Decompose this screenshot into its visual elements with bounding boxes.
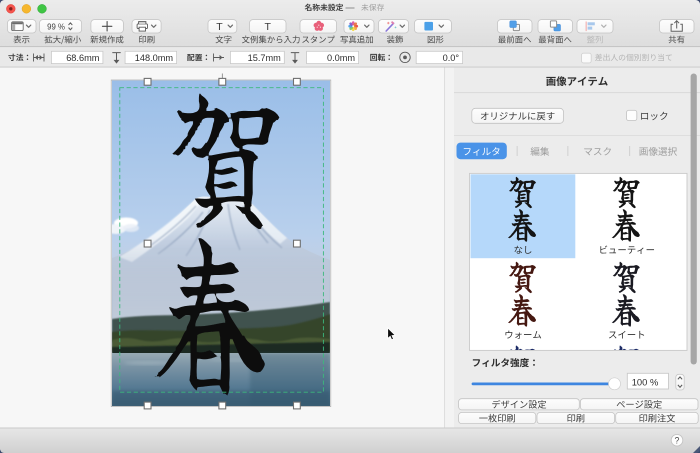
svg-text:0.0°: 0.0° bbox=[443, 53, 460, 63]
svg-text:T: T bbox=[264, 21, 271, 33]
svg-text:100 %: 100 % bbox=[632, 377, 659, 388]
svg-text:15.7mm: 15.7mm bbox=[248, 53, 282, 63]
svg-text:148.0mm: 148.0mm bbox=[135, 53, 174, 63]
svg-text:T: T bbox=[216, 21, 223, 33]
svg-text:99 %: 99 % bbox=[47, 22, 65, 31]
svg-text:68.6mm: 68.6mm bbox=[66, 53, 100, 63]
svg-text:?: ? bbox=[675, 436, 680, 446]
svg-text:0.0mm: 0.0mm bbox=[327, 53, 355, 63]
